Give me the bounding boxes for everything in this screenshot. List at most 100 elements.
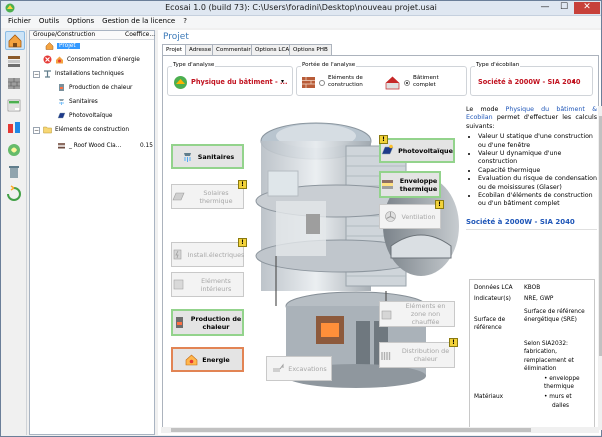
close-button[interactable]: ✕	[574, 2, 600, 14]
house-icon	[45, 42, 54, 50]
table-value: Selon SIA2032: fabrication, remplacement…	[524, 341, 574, 373]
interior-wall-icon	[173, 279, 184, 290]
analysis-type-label: Type d'analyse	[172, 62, 216, 68]
elements-zone-label: Eléments en zone non chauffée	[405, 302, 446, 326]
analysis-mode-icon	[174, 76, 187, 89]
wall-icon	[8, 78, 20, 89]
layers-tool-button[interactable]	[5, 53, 25, 72]
menu-help[interactable]: ?	[179, 16, 191, 25]
title-bar: Ecosai 1.0 (build 73): C:\Users\foradini…	[1, 1, 601, 16]
folder-icon	[43, 126, 52, 134]
table-key: Données LCA	[474, 285, 513, 291]
scope-radio-building[interactable]	[404, 80, 410, 86]
menu-options[interactable]: Options	[63, 16, 98, 25]
info-panel: Le mode Physique du bâtiment & Ecobilan …	[466, 106, 597, 432]
solaires-thermique-button[interactable]: Solaires thermique	[171, 184, 244, 209]
boiler-icon	[59, 84, 64, 91]
fan-icon	[385, 211, 397, 222]
warning-icon: !	[449, 338, 458, 347]
roof-construction-icon	[58, 143, 65, 149]
unheated-zone-icon	[381, 310, 392, 319]
tree-node-installations[interactable]: Installations techniques	[43, 69, 124, 80]
sanitaires-button[interactable]: Sanitaires	[171, 144, 244, 169]
tree-node-projet[interactable]: Projet	[45, 41, 80, 52]
warning-icon: !	[238, 238, 247, 247]
menu-fichier[interactable]: Fichier	[1, 16, 35, 25]
elements-zone-button[interactable]: Eléments en zone non chauffée	[379, 301, 455, 327]
tab-options-lca[interactable]: Options LCA	[251, 44, 294, 55]
ecobilan-select[interactable]: Société à 2000W - SIA 2040	[478, 78, 581, 86]
production-chaleur-button[interactable]: Production de chaleur	[171, 309, 244, 336]
scope-elements-label: Eléments de construction	[328, 75, 363, 88]
elements-interieurs-button[interactable]: Eléments intérieurs	[171, 272, 244, 297]
solaires-label: Solaires thermique	[199, 188, 233, 205]
menu-outils[interactable]: Outils	[35, 16, 63, 25]
energy-error-icon	[43, 55, 52, 64]
ecology-icon	[8, 144, 20, 156]
ecology-tool-button[interactable]	[5, 141, 25, 160]
cycle-icon	[7, 185, 21, 201]
tree-node-label: Production de chaleur	[69, 85, 133, 91]
install-electriques-button[interactable]: Install.électriques	[171, 242, 244, 267]
tree-collapse-toggle[interactable]: −	[33, 71, 40, 78]
analysis-type-group: Type d'analyse Physique du bâtiment - ..…	[167, 62, 293, 96]
info-bullet-list: Valeur U statique d'une construction ou …	[478, 133, 597, 209]
house-icon	[385, 76, 400, 90]
photovoltaique-button[interactable]: Photovoltaïque	[379, 138, 455, 163]
recycle-tool-button[interactable]	[5, 163, 25, 182]
news-tool-button[interactable]	[5, 97, 25, 116]
distribution-chaleur-button[interactable]: Distribution de chaleur	[379, 342, 455, 368]
tree-collapse-toggle[interactable]: −	[33, 127, 40, 134]
analysis-type-select[interactable]: Physique du bâtiment - ...	[191, 78, 288, 86]
energie-label: Energie	[202, 355, 230, 364]
tab-adresse[interactable]: Adresse	[185, 44, 216, 55]
boiler-icon	[176, 317, 183, 328]
project-tool-button[interactable]	[5, 31, 25, 50]
ventilation-label: Ventilation	[401, 212, 436, 221]
chevron-down-icon[interactable]: ▾	[572, 78, 575, 85]
scope-building-label: Bâtiment complet	[413, 75, 439, 88]
info-bullet: Capacité thermique	[478, 167, 597, 175]
warning-icon: !	[435, 200, 444, 209]
tree-node-sanitaires[interactable]: Sanitaires	[57, 97, 98, 108]
scope-radio-elements[interactable]	[319, 80, 325, 86]
enveloppe-thermique-button[interactable]: Enveloppe thermique	[379, 171, 441, 198]
tree-node-elements[interactable]: Eléments de construction	[43, 125, 129, 136]
ventilation-button[interactable]: Ventilation	[379, 204, 441, 229]
table-value: Surface de référence énergétique (SRE)	[524, 309, 585, 324]
table-value: • enveloppe thermique	[544, 376, 580, 391]
recycle-bin-icon	[9, 166, 19, 178]
energie-button[interactable]: Energie	[171, 347, 244, 372]
menu-licence[interactable]: Gestion de la licence	[98, 16, 179, 25]
tree-col-coeff[interactable]: Coeffice...	[125, 31, 155, 38]
pipes-icon	[44, 70, 51, 78]
minimize-button[interactable]: —	[536, 2, 554, 14]
radiator-icon	[381, 351, 391, 360]
shower-icon	[59, 99, 64, 105]
left-toolbar	[3, 30, 27, 435]
ecobilan-type-label: Type d'écobilan	[475, 62, 521, 68]
wall-tool-button[interactable]	[5, 75, 25, 94]
tree-node-roof[interactable]: _ Roof Wood Cla... 0.15	[57, 141, 153, 152]
chevron-down-icon[interactable]: ▾	[281, 78, 284, 85]
main-horizontal-scrollbar[interactable]	[161, 427, 599, 433]
tree-node-energie[interactable]: Consommation d'énergie	[43, 55, 140, 66]
scrollbar-thumb[interactable]	[171, 428, 531, 432]
distribution-label: Distribution de chaleur	[401, 347, 450, 363]
tree-node-photovoltaique[interactable]: Photovoltaïque	[57, 111, 112, 122]
info-vertical-scrollbar[interactable]	[598, 106, 602, 430]
install-elec-label: Install.électriques	[187, 250, 245, 259]
maximize-button[interactable]: ☐	[555, 2, 573, 14]
cycle-tool-button[interactable]	[5, 185, 25, 204]
info-bullet: Evaluation du risque de condensation ou …	[478, 175, 597, 192]
thermal-envelope-icon	[382, 180, 393, 189]
tree-node-label: Projet	[57, 43, 80, 49]
tree-col-group[interactable]: Groupe/Construction	[33, 31, 95, 38]
tab-options-phb[interactable]: Options PHB	[289, 44, 332, 55]
analysis-tool-button[interactable]	[5, 119, 25, 138]
excavations-button[interactable]: Excavations	[266, 356, 332, 381]
app-window: Ecosai 1.0 (build 73): C:\Users\foradini…	[0, 0, 602, 437]
tree-node-production[interactable]: Production de chaleur	[57, 83, 132, 94]
brick-wall-icon	[302, 77, 315, 88]
heating-house-icon	[56, 56, 63, 64]
